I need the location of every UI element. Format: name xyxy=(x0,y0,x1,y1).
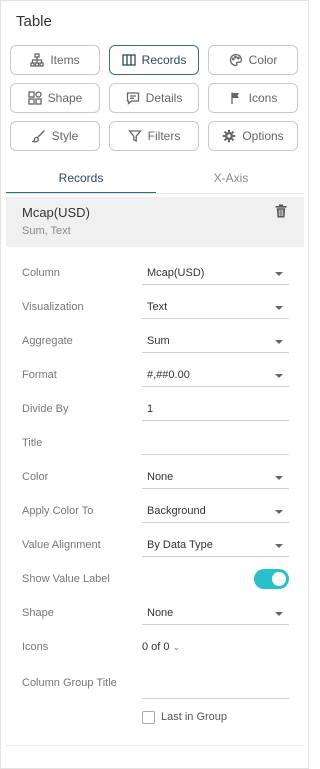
color-select[interactable]: None xyxy=(142,467,289,489)
apply-color-to-select[interactable]: Background xyxy=(142,501,289,523)
format-select[interactable]: #,##0.00 xyxy=(142,365,289,387)
shape-label: Shape xyxy=(22,607,54,619)
icons-button[interactable]: Icons xyxy=(208,83,298,113)
shapes-icon xyxy=(27,91,42,105)
shape-button[interactable]: Shape xyxy=(10,83,100,113)
double-chevron-down-icon: ⌄ xyxy=(172,642,181,652)
divide-by-input[interactable]: 1 xyxy=(142,399,289,421)
visualization-select[interactable]: Text xyxy=(142,297,289,319)
record-header[interactable]: Mcap(USD) Sum, Text xyxy=(6,197,304,247)
bottom-divider xyxy=(6,745,304,746)
options-button-label: Options xyxy=(242,129,284,143)
apply-color-to-label: Apply Color To xyxy=(22,505,94,517)
details-button[interactable]: Details xyxy=(109,83,199,113)
color-value: None xyxy=(147,471,174,483)
icons-value-toggle[interactable]: 0 of 0 ⌄ xyxy=(142,641,180,653)
color-button[interactable]: Color xyxy=(208,45,298,75)
visualization-label: Visualization xyxy=(22,301,84,313)
details-button-label: Details xyxy=(145,91,183,105)
color-label: Color xyxy=(22,471,49,483)
toggle-knob xyxy=(272,572,286,586)
chevron-down-icon xyxy=(275,612,283,616)
column-group-title-label: Column Group Title xyxy=(22,677,117,689)
hierarchy-icon xyxy=(30,53,44,67)
filters-button[interactable]: Filters xyxy=(109,121,199,151)
chevron-down-icon xyxy=(275,476,283,480)
shape-button-label: Shape xyxy=(47,91,83,105)
icons-label: Icons xyxy=(22,641,49,653)
tab-x-axis[interactable]: X-Axis xyxy=(156,164,306,194)
items-button[interactable]: Items xyxy=(10,45,100,75)
filter-icon xyxy=(127,129,142,143)
visualization-value: Text xyxy=(147,301,168,313)
divide-by-value: 1 xyxy=(147,403,154,415)
chevron-down-icon xyxy=(275,340,283,344)
format-value: #,##0.00 xyxy=(147,369,190,381)
gear-icon xyxy=(222,129,236,143)
title-label: Title xyxy=(22,437,43,449)
chevron-down-icon xyxy=(275,544,283,548)
panel-title: Table xyxy=(16,13,52,30)
aggregate-select[interactable]: Sum xyxy=(142,331,289,353)
last-in-group-label: Last in Group xyxy=(161,711,228,723)
columns-icon xyxy=(122,53,136,67)
chevron-down-icon xyxy=(275,374,283,378)
show-value-label-toggle[interactable] xyxy=(254,569,289,589)
shape-value: None xyxy=(147,607,174,619)
filters-button-label: Filters xyxy=(147,129,181,143)
icons-value: 0 of 0 xyxy=(142,641,170,653)
chevron-down-icon xyxy=(275,272,283,276)
style-button-label: Style xyxy=(51,129,79,143)
records-button-label: Records xyxy=(141,53,187,67)
last-in-group-checkbox[interactable] xyxy=(142,711,155,724)
record-subtitle: Sum, Text xyxy=(22,225,71,237)
column-label: Column xyxy=(22,267,60,279)
column-group-title-input[interactable] xyxy=(142,677,289,699)
chevron-down-icon xyxy=(275,306,283,310)
value-alignment-label: Value Alignment xyxy=(22,539,101,551)
tab-divider xyxy=(6,193,304,194)
title-input[interactable] xyxy=(142,433,289,455)
items-button-label: Items xyxy=(50,53,80,67)
record-title: Mcap(USD) xyxy=(22,205,90,220)
palette-icon xyxy=(229,53,243,67)
chevron-down-icon xyxy=(275,510,283,514)
column-select[interactable]: Mcap(USD) xyxy=(142,263,289,285)
value-alignment-value: By Data Type xyxy=(147,539,213,551)
records-button[interactable]: Records xyxy=(109,45,199,75)
flag-icon xyxy=(229,91,243,105)
tab-records[interactable]: Records xyxy=(6,164,156,194)
divide-by-label: Divide By xyxy=(22,403,69,415)
aggregate-value: Sum xyxy=(147,335,170,347)
speech-bubble-icon xyxy=(126,91,140,105)
color-button-label: Color xyxy=(248,53,278,67)
aggregate-label: Aggregate xyxy=(22,335,73,347)
table-settings-panel: Table Items Records Color Shape Details xyxy=(0,0,309,769)
format-label: Format xyxy=(22,369,57,381)
show-value-label-label: Show Value Label xyxy=(22,573,110,585)
brush-icon xyxy=(31,129,46,143)
shape-select[interactable]: None xyxy=(142,603,289,625)
options-button[interactable]: Options xyxy=(208,121,298,151)
value-alignment-select[interactable]: By Data Type xyxy=(142,535,289,557)
column-value: Mcap(USD) xyxy=(147,267,205,279)
tab-bar: Records X-Axis xyxy=(6,164,304,194)
style-button[interactable]: Style xyxy=(10,121,100,151)
trash-icon[interactable] xyxy=(275,204,287,218)
icons-button-label: Icons xyxy=(248,91,278,105)
apply-color-to-value: Background xyxy=(147,505,206,517)
